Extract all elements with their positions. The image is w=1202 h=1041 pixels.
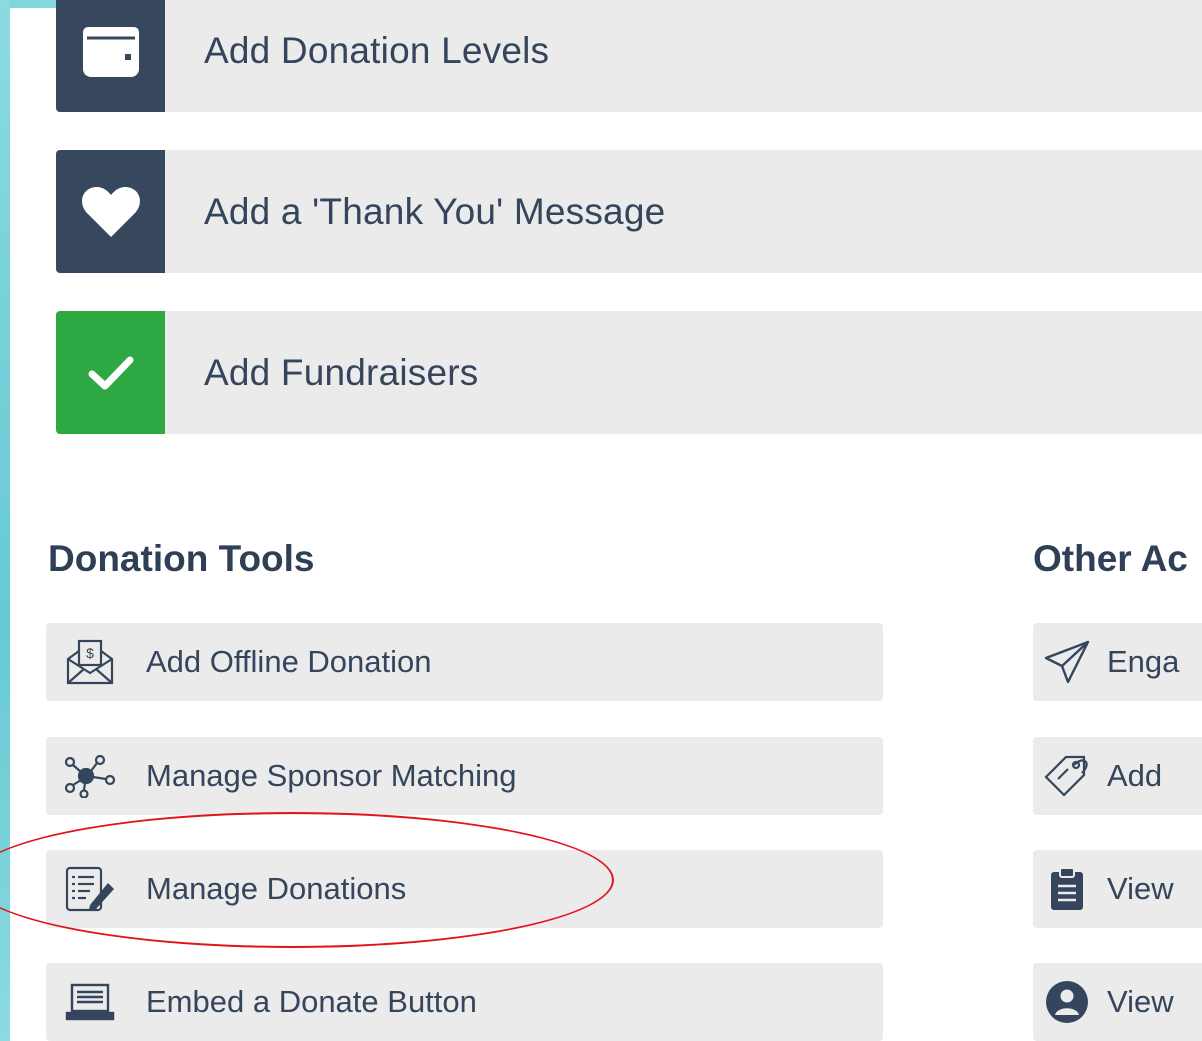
paper-plane-icon bbox=[1039, 634, 1095, 690]
checkmark-icon bbox=[56, 311, 165, 434]
tool-label: Enga bbox=[1107, 644, 1180, 679]
user-circle-icon bbox=[1039, 974, 1095, 1030]
engage-button[interactable]: Enga bbox=[1033, 623, 1202, 701]
heart-icon bbox=[56, 150, 165, 273]
tool-label: Add Offline Donation bbox=[146, 644, 432, 679]
envelope-dollar-icon: $ bbox=[62, 634, 118, 690]
svg-text:$: $ bbox=[86, 645, 94, 661]
view-profile-button[interactable]: View bbox=[1033, 963, 1202, 1041]
background-border-left bbox=[0, 0, 10, 1041]
view-report-button[interactable]: View bbox=[1033, 850, 1202, 928]
embed-donate-button-button[interactable]: Embed a Donate Button bbox=[46, 963, 883, 1041]
tool-label: Add bbox=[1107, 758, 1163, 793]
step-label: Add Donation Levels bbox=[204, 29, 550, 71]
clipboard-icon bbox=[1039, 861, 1095, 917]
tool-label: View bbox=[1107, 984, 1174, 1019]
add-tag-button[interactable]: Add bbox=[1033, 737, 1202, 815]
add-offline-donation-button[interactable]: $ Add Offline Donation bbox=[46, 623, 883, 701]
tool-label: Manage Donations bbox=[146, 871, 407, 906]
laptop-icon bbox=[62, 974, 118, 1030]
wallet-icon bbox=[56, 0, 165, 112]
tool-label: Manage Sponsor Matching bbox=[146, 758, 517, 793]
list-edit-icon bbox=[62, 861, 118, 917]
step-add-fundraisers[interactable]: Add Fundraisers bbox=[56, 311, 1202, 434]
manage-donations-button[interactable]: Manage Donations bbox=[46, 850, 883, 928]
donation-tools-title: Donation Tools bbox=[48, 538, 315, 579]
network-icon bbox=[62, 748, 118, 804]
tag-icon bbox=[1039, 748, 1095, 804]
other-actions-title: Other Ac bbox=[1033, 538, 1188, 579]
step-add-thank-you-message[interactable]: Add a 'Thank You' Message bbox=[56, 150, 1202, 273]
tool-label: Embed a Donate Button bbox=[146, 984, 477, 1019]
step-label: Add Fundraisers bbox=[204, 351, 479, 393]
step-add-donation-levels[interactable]: Add Donation Levels bbox=[56, 0, 1202, 112]
tool-label: View bbox=[1107, 871, 1174, 906]
step-label: Add a 'Thank You' Message bbox=[204, 190, 666, 232]
manage-sponsor-matching-button[interactable]: Manage Sponsor Matching bbox=[46, 737, 883, 815]
page: Add Donation Levels Add a 'Thank You' Me… bbox=[0, 0, 1202, 1041]
